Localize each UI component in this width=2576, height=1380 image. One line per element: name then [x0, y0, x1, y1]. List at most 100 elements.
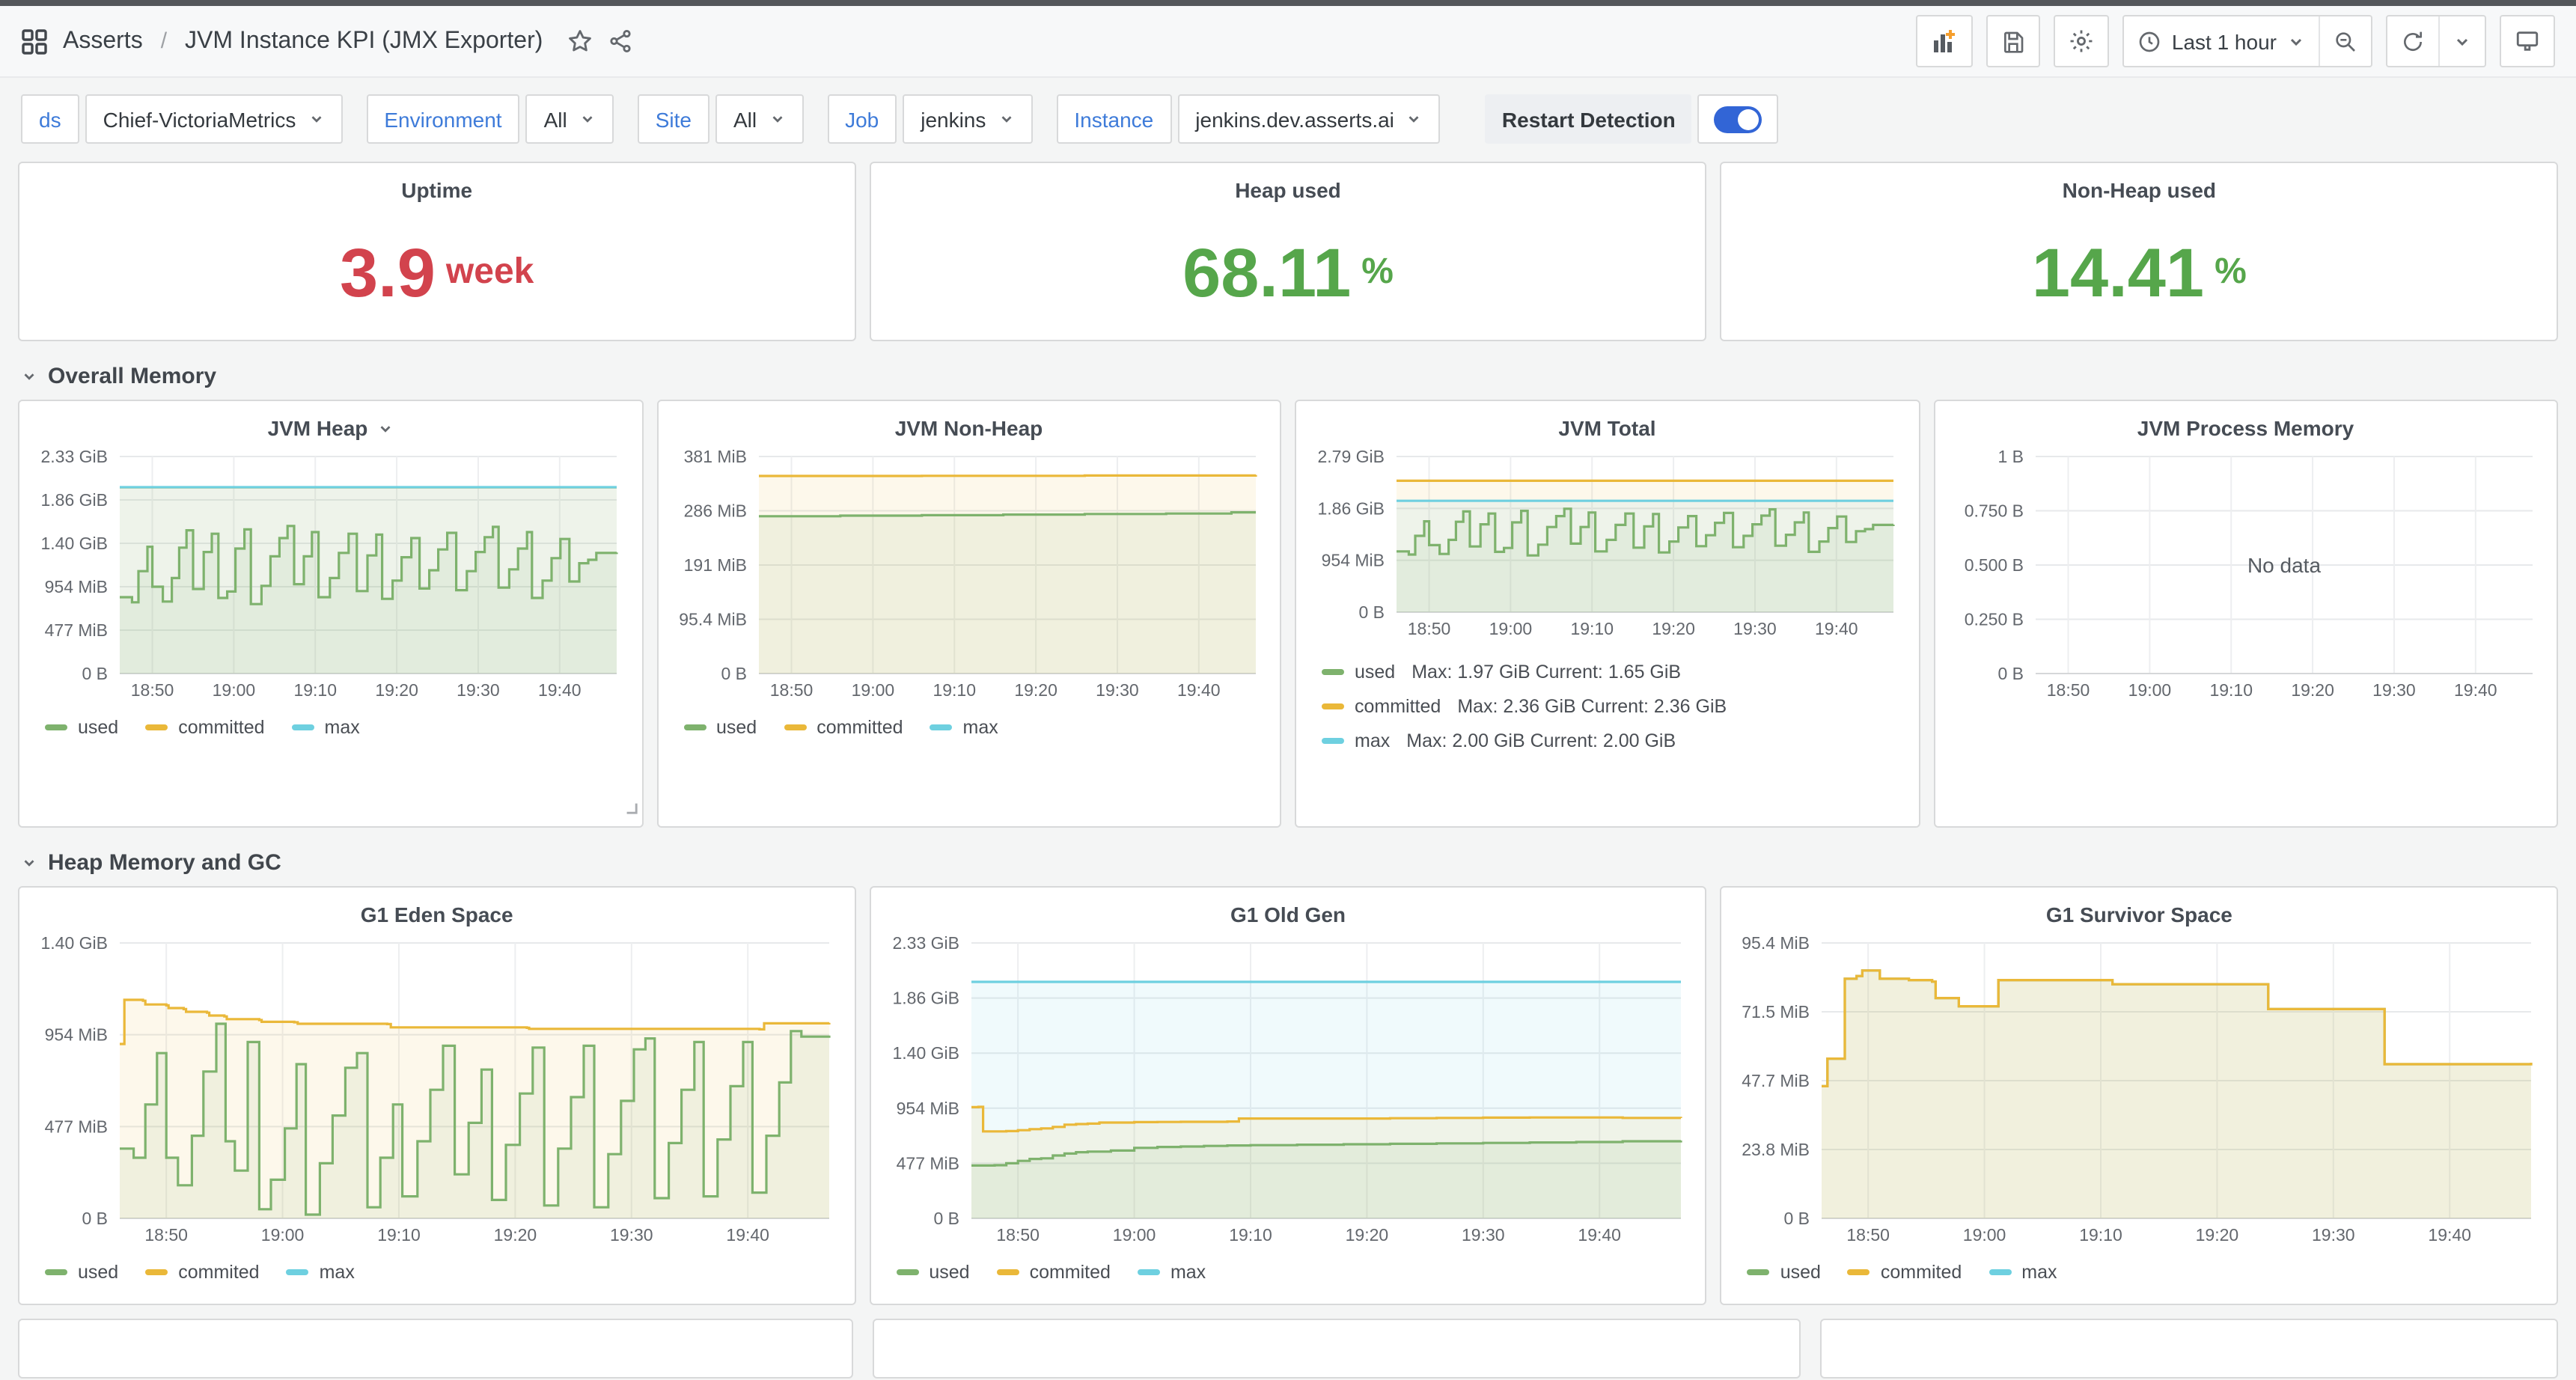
legend-item-max[interactable]: max — [930, 717, 998, 738]
svg-text:95.4 MiB: 95.4 MiB — [1742, 933, 1810, 953]
panel-title[interactable]: G1 Old Gen — [884, 898, 1691, 931]
svg-text:954 MiB: 954 MiB — [896, 1099, 959, 1118]
legend-item-committed[interactable]: committed — [784, 717, 903, 738]
star-icon[interactable] — [567, 28, 592, 54]
filter-job-value[interactable]: jenkins — [903, 94, 1032, 144]
filter-instance-label[interactable]: Instance — [1056, 94, 1171, 144]
save-dashboard-button[interactable] — [1988, 16, 2039, 66]
svg-text:2.33 GiB: 2.33 GiB — [892, 933, 959, 953]
chevron-down-icon — [1406, 111, 1423, 127]
legend-item-committed[interactable]: committedMax: 2.36 GiB Current: 2.36 GiB — [1322, 696, 1905, 717]
svg-text:23.8 MiB: 23.8 MiB — [1742, 1140, 1810, 1159]
refresh-icon — [2401, 29, 2425, 53]
filter-site-value[interactable]: All — [715, 94, 803, 144]
svg-text:19:10: 19:10 — [1570, 619, 1614, 638]
svg-text:19:40: 19:40 — [1578, 1225, 1621, 1245]
stat-panel-heap-used: Heap used68.11% — [869, 162, 1706, 341]
chart-area[interactable]: 0 B477 MiB954 MiB1.40 GiB1.86 GiB2.33 Gi… — [884, 931, 1691, 1250]
variable-filters-row: ds Chief-VictoriaMetrics Environment All… — [21, 94, 2555, 144]
save-icon — [2001, 29, 2025, 53]
legend-item-used[interactable]: used — [1748, 1262, 1821, 1283]
breadcrumb-root[interactable]: Asserts — [63, 28, 143, 55]
dashboards-grid-icon[interactable] — [21, 28, 48, 55]
zoom-out-icon — [2334, 29, 2357, 53]
chart-area[interactable]: 0 B477 MiB954 MiB1.40 GiB1.86 GiB2.33 Gi… — [33, 445, 628, 705]
time-range-picker[interactable]: Last 1 hour — [2124, 16, 2319, 66]
grafana-dashboard: Asserts / JVM Instance KPI (JMX Exporter… — [0, 0, 2576, 1380]
panel-jvm-non-heap: JVM Non-Heap0 B95.4 MiB191 MiB286 MiB381… — [656, 400, 1281, 828]
filter-environment-label[interactable]: Environment — [366, 94, 519, 144]
chart-area[interactable]: 0 B95.4 MiB191 MiB286 MiB381 MiB18:5019:… — [671, 445, 1266, 705]
panel-title[interactable]: JVM Non-Heap — [671, 412, 1266, 445]
stat-panel-uptime: Uptime3.9week — [18, 162, 855, 341]
panel-title[interactable]: JVM Heap — [33, 412, 628, 445]
restart-detection-toggle[interactable] — [1698, 94, 1779, 144]
filter-ds-label[interactable]: ds — [21, 94, 79, 144]
panel-title[interactable]: JVM Process Memory — [1948, 412, 2543, 445]
refresh-button[interactable] — [2387, 16, 2438, 66]
panel-title[interactable]: G1 Eden Space — [33, 898, 840, 931]
svg-text:18:50: 18:50 — [996, 1225, 1040, 1245]
chevron-down-icon — [579, 111, 596, 127]
svg-text:19:10: 19:10 — [1229, 1225, 1272, 1245]
legend-item-commited[interactable]: commited — [145, 1262, 259, 1283]
dashboard-sections: Overall MemoryJVM Heap0 B477 MiB954 MiB1… — [0, 364, 2576, 1305]
share-icon[interactable] — [607, 28, 632, 54]
legend-swatch — [1748, 1269, 1770, 1275]
restart-detection-label: Restart Detection — [1486, 94, 1692, 144]
svg-text:71.5 MiB: 71.5 MiB — [1742, 1002, 1810, 1022]
legend-item-max[interactable]: maxMax: 2.00 GiB Current: 2.00 GiB — [1322, 730, 1905, 751]
chart-area[interactable]: 0 B0.250 B0.500 B0.750 B1 B18:5019:0019:… — [1948, 445, 2543, 705]
zoom-out-time-button[interactable] — [2319, 16, 2371, 66]
panel-title[interactable]: G1 Survivor Space — [1736, 898, 2543, 931]
legend-item-committed[interactable]: committed — [145, 717, 264, 738]
legend-item-used[interactable]: used — [45, 1262, 118, 1283]
legend-swatch — [45, 724, 67, 730]
add-panel-button[interactable] — [1917, 16, 1971, 66]
svg-text:0 B: 0 B — [82, 664, 108, 683]
legend-item-max[interactable]: max — [292, 717, 360, 738]
filter-environment-value[interactable]: All — [526, 94, 614, 144]
legend-swatch — [292, 724, 314, 730]
svg-text:19:20: 19:20 — [2290, 680, 2334, 700]
svg-text:19:30: 19:30 — [1095, 680, 1138, 700]
section-header-heap-memory-and-gc[interactable]: Heap Memory and GC — [21, 850, 2555, 876]
refresh-interval-dropdown[interactable] — [2438, 16, 2485, 66]
panel-resize-handle[interactable] — [623, 795, 637, 822]
svg-text:19:30: 19:30 — [457, 680, 500, 700]
legend-item-used[interactable]: usedMax: 1.97 GiB Current: 1.65 GiB — [1322, 662, 1905, 683]
legend-item-commited[interactable]: commited — [1848, 1262, 1962, 1283]
panel-g1-old-gen: G1 Old Gen0 B477 MiB954 MiB1.40 GiB1.86 … — [869, 886, 1706, 1305]
panel-jvm-total: JVM Total0 B954 MiB1.86 GiB2.79 GiB18:50… — [1295, 400, 1920, 828]
legend-item-max[interactable]: max — [287, 1262, 355, 1283]
chevron-down-icon — [2287, 32, 2305, 50]
chart-area[interactable]: 0 B954 MiB1.86 GiB2.79 GiB18:5019:0019:1… — [1310, 445, 1905, 644]
chart-area[interactable]: 0 B23.8 MiB47.7 MiB71.5 MiB95.4 MiB18:50… — [1736, 931, 2543, 1250]
filter-site-label[interactable]: Site — [638, 94, 709, 144]
svg-text:19:30: 19:30 — [1733, 619, 1777, 638]
svg-text:286 MiB: 286 MiB — [683, 501, 746, 521]
legend-item-used[interactable]: used — [896, 1262, 969, 1283]
section-title: Heap Memory and GC — [48, 850, 281, 876]
breadcrumb-separator: / — [161, 28, 167, 54]
panel-title[interactable]: JVM Total — [1310, 412, 1905, 445]
svg-text:0.250 B: 0.250 B — [1964, 610, 2023, 629]
chart-area[interactable]: 0 B477 MiB954 MiB1.40 GiB18:5019:0019:10… — [33, 931, 840, 1250]
panel-jvm-heap: JVM Heap0 B477 MiB954 MiB1.40 GiB1.86 Gi… — [18, 400, 643, 828]
svg-text:191 MiB: 191 MiB — [683, 555, 746, 575]
svg-text:18:50: 18:50 — [131, 680, 174, 700]
dashboard-settings-button[interactable] — [2055, 16, 2108, 66]
svg-text:0 B: 0 B — [1997, 664, 2023, 683]
legend-swatch — [1138, 1269, 1160, 1275]
legend-item-commited[interactable]: commited — [997, 1262, 1111, 1283]
svg-text:19:40: 19:40 — [1815, 619, 1858, 638]
filter-ds-value[interactable]: Chief-VictoriaMetrics — [85, 94, 343, 144]
legend-item-max[interactable]: max — [1989, 1262, 2057, 1283]
legend-item-used[interactable]: used — [683, 717, 757, 738]
cycle-view-mode-button[interactable] — [2501, 16, 2554, 66]
filter-instance-value[interactable]: jenkins.dev.asserts.ai — [1177, 94, 1441, 144]
section-header-overall-memory[interactable]: Overall Memory — [21, 364, 2555, 389]
legend-item-max[interactable]: max — [1138, 1262, 1206, 1283]
filter-job-label[interactable]: Job — [827, 94, 897, 144]
legend-item-used[interactable]: used — [45, 717, 118, 738]
